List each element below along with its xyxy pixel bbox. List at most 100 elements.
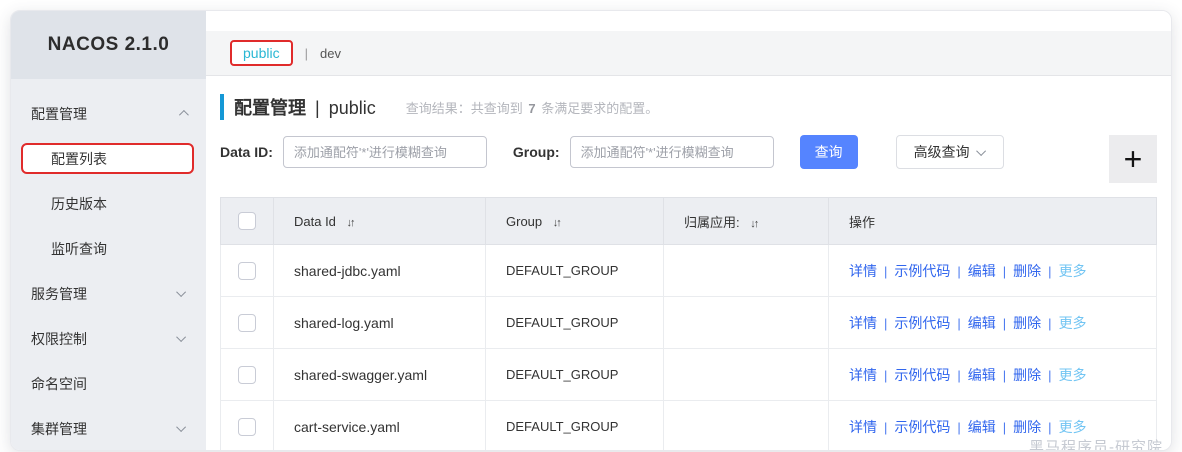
namespace-separator: |: [305, 46, 308, 61]
action-edit-link[interactable]: 编辑: [968, 419, 996, 435]
data-id-input[interactable]: [283, 136, 487, 168]
application-cell: [664, 349, 829, 401]
page-header: 配置管理 | public 查询结果：共查询到 7 条满足要求的配置。: [220, 92, 1171, 122]
data-id-cell: shared-swagger.yaml: [274, 349, 486, 401]
chevron-down-icon: [176, 287, 186, 297]
chevron-down-icon: [976, 146, 986, 156]
sidebar-item-label: 命名空间: [31, 374, 87, 394]
group-input[interactable]: [570, 136, 774, 168]
group-cell: DEFAULT_GROUP: [486, 297, 664, 349]
action-delete-link[interactable]: 删除: [1013, 367, 1041, 383]
sidebar-item-label: 配置管理: [31, 104, 87, 124]
query-result-suffix: 条满足要求的配置。: [541, 101, 658, 116]
sort-icon: ↓↑: [347, 217, 354, 229]
action-detail-link[interactable]: 详情: [849, 419, 877, 435]
action-detail-link[interactable]: 详情: [849, 315, 877, 331]
action-sample-code-link[interactable]: 示例代码: [894, 419, 950, 435]
app-title: NACOS 2.1.0: [11, 11, 206, 79]
group-cell: DEFAULT_GROUP: [486, 401, 664, 452]
action-edit-link[interactable]: 编辑: [968, 315, 996, 331]
sidebar-item-namespace[interactable]: 命名空间: [11, 361, 206, 406]
application-cell: [664, 245, 829, 297]
query-result-prefix: 查询结果：共查询到: [406, 101, 523, 116]
page-title-main: 配置管理: [234, 94, 306, 120]
sidebar-item-permission-control[interactable]: 权限控制: [11, 316, 206, 361]
search-button[interactable]: 查询: [800, 135, 858, 169]
query-result-summary: 查询结果：共查询到 7 条满足要求的配置。: [406, 98, 659, 117]
group-label: Group:: [513, 135, 560, 169]
action-delete-link[interactable]: 删除: [1013, 263, 1041, 279]
row-checkbox[interactable]: [238, 418, 256, 436]
sidebar-item-label: 权限控制: [31, 329, 87, 349]
operations-cell: 详情|示例代码|编辑|删除|更多: [829, 297, 1157, 349]
advanced-search-button[interactable]: 高级查询: [896, 135, 1004, 169]
main-content: public | dev 配置管理 | public 查询结果：共查询到 7 条…: [206, 11, 1171, 450]
sidebar-item-label: 历史版本: [51, 194, 107, 214]
data-id-cell: shared-log.yaml: [274, 297, 486, 349]
operations-cell: 详情|示例代码|编辑|删除|更多: [829, 245, 1157, 297]
query-form: Data ID: Group: 查询 高级查询 +: [220, 135, 1157, 187]
sidebar-item-label: 服务管理: [31, 284, 87, 304]
sidebar-menu: 配置管理 配置列表 历史版本 监听查询 服务管理 权限控制 命名空间: [11, 79, 206, 451]
column-header-application[interactable]: 归属应用: ↓↑: [664, 198, 829, 245]
action-more-link[interactable]: 更多: [1059, 315, 1087, 331]
sidebar-item-history-versions[interactable]: 历史版本: [11, 181, 206, 226]
group-cell: DEFAULT_GROUP: [486, 245, 664, 297]
chevron-up-icon: [179, 110, 189, 120]
application-cell: [664, 401, 829, 452]
config-table: Data Id ↓↑ Group ↓↑ 归属应用: ↓↑ 操作: [220, 197, 1157, 451]
action-sample-code-link[interactable]: 示例代码: [894, 315, 950, 331]
action-sample-code-link[interactable]: 示例代码: [894, 263, 950, 279]
action-delete-link[interactable]: 删除: [1013, 419, 1041, 435]
operations-cell: 详情|示例代码|编辑|删除|更多: [829, 401, 1157, 452]
row-checkbox[interactable]: [238, 314, 256, 332]
sort-icon: ↓↑: [750, 218, 757, 230]
row-checkbox[interactable]: [238, 262, 256, 280]
column-header-data-id[interactable]: Data Id ↓↑: [274, 198, 486, 245]
page-title-namespace: public: [329, 98, 376, 119]
action-sample-code-link[interactable]: 示例代码: [894, 367, 950, 383]
action-more-link[interactable]: 更多: [1059, 367, 1087, 383]
plus-icon: +: [1124, 141, 1143, 177]
sidebar-item-label: 监听查询: [51, 239, 107, 259]
data-id-cell: shared-jdbc.yaml: [274, 245, 486, 297]
action-more-link[interactable]: 更多: [1059, 263, 1087, 279]
data-id-cell: cart-service.yaml: [274, 401, 486, 452]
sidebar-item-listening-query[interactable]: 监听查询: [11, 226, 206, 271]
sidebar-item-config-list[interactable]: 配置列表: [21, 143, 194, 174]
group-cell: DEFAULT_GROUP: [486, 349, 664, 401]
sidebar: NACOS 2.1.0 配置管理 配置列表 历史版本 监听查询 服务管理 权限控…: [11, 11, 206, 450]
column-header-group[interactable]: Group ↓↑: [486, 198, 664, 245]
action-detail-link[interactable]: 详情: [849, 263, 877, 279]
page-title: 配置管理 | public: [234, 94, 376, 120]
advanced-search-label: 高级查询: [914, 142, 970, 162]
page-title-divider: |: [315, 98, 320, 119]
action-detail-link[interactable]: 详情: [849, 367, 877, 383]
action-more-link[interactable]: 更多: [1059, 419, 1087, 435]
table-header-row: Data Id ↓↑ Group ↓↑ 归属应用: ↓↑ 操作: [221, 198, 1157, 245]
table-row: shared-jdbc.yaml DEFAULT_GROUP 详情|示例代码|编…: [221, 245, 1157, 297]
select-all-checkbox[interactable]: [238, 212, 256, 230]
sidebar-item-config-management[interactable]: 配置管理: [11, 91, 206, 136]
application-cell: [664, 297, 829, 349]
namespace-bar: public | dev: [206, 31, 1171, 76]
sidebar-item-service-management[interactable]: 服务管理: [11, 271, 206, 316]
action-delete-link[interactable]: 删除: [1013, 315, 1041, 331]
chevron-down-icon: [176, 422, 186, 432]
sidebar-item-cluster-management[interactable]: 集群管理: [11, 406, 206, 451]
header-checkbox-cell: [221, 198, 274, 245]
row-checkbox[interactable]: [238, 366, 256, 384]
action-edit-link[interactable]: 编辑: [968, 263, 996, 279]
title-accent-bar: [220, 94, 224, 120]
namespace-dev-tab[interactable]: dev: [320, 46, 341, 61]
table-row: shared-swagger.yaml DEFAULT_GROUP 详情|示例代…: [221, 349, 1157, 401]
add-config-button[interactable]: +: [1109, 135, 1157, 183]
query-result-count: 7: [528, 101, 535, 116]
nacos-console-window: NACOS 2.1.0 配置管理 配置列表 历史版本 监听查询 服务管理 权限控…: [10, 10, 1172, 451]
namespace-public-tab[interactable]: public: [230, 40, 293, 66]
action-edit-link[interactable]: 编辑: [968, 367, 996, 383]
sidebar-item-label: 集群管理: [31, 419, 87, 439]
sort-icon: ↓↑: [553, 217, 560, 229]
operations-cell: 详情|示例代码|编辑|删除|更多: [829, 349, 1157, 401]
sidebar-item-label: 配置列表: [51, 149, 107, 169]
